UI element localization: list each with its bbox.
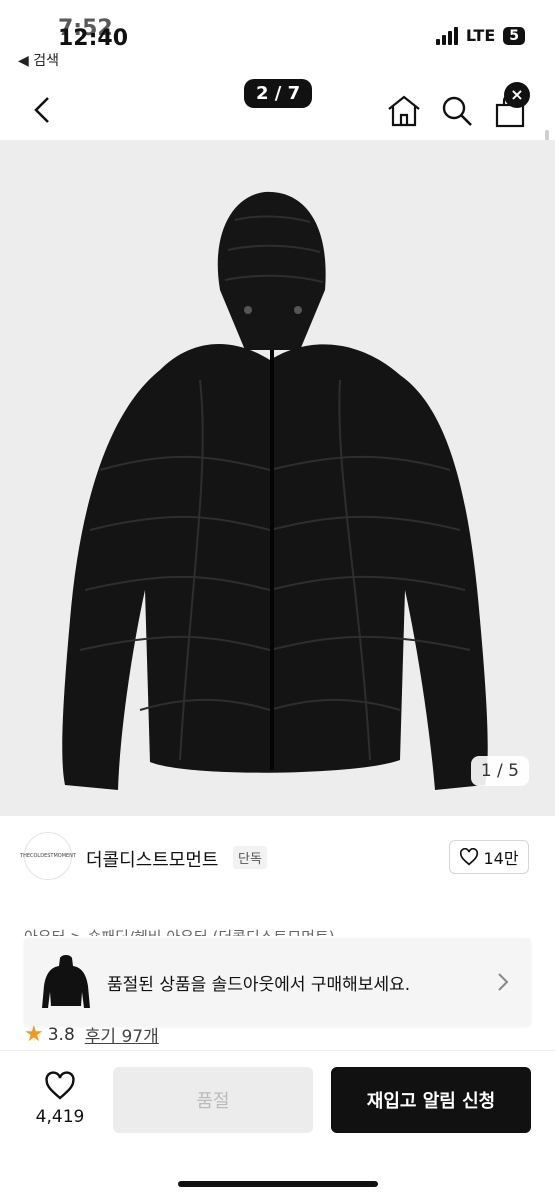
soldout-banner[interactable]: 품절된 상품을 솔드아웃에서 구매해보세요. <box>24 938 531 1026</box>
back-arrow-icon[interactable] <box>28 94 60 126</box>
product-image-carousel[interactable]: 1 / 5 <box>0 140 555 816</box>
reviews-link[interactable]: 후기 97개 <box>85 1022 159 1047</box>
exclusive-badge: 단독 <box>233 846 267 869</box>
status-bar: 7:52 12:40 ◀ 검색 LTE 5 <box>0 0 555 80</box>
wishlist-button[interactable]: 4,419 <box>26 1071 94 1127</box>
home-icon[interactable] <box>386 94 422 128</box>
breadcrumb[interactable]: 아우터 > 숏패딩/헤비 아우터 (더콜디스트모먼트) <box>24 924 335 936</box>
banner-message: 품절된 상품을 솔드아웃에서 구매해보세요. <box>107 975 411 995</box>
brand-like-count: 14만 <box>483 849 519 868</box>
battery-icon: 5 <box>503 26 525 45</box>
brand-like-button[interactable]: 14만 <box>449 840 529 874</box>
heart-icon <box>45 1071 75 1100</box>
status-indicators: LTE 5 <box>435 26 525 45</box>
brand-name-link[interactable]: 더콜디스트모먼트 <box>86 846 218 872</box>
restock-alert-button[interactable]: 재입고 알림 신청 <box>331 1067 531 1133</box>
network-label: LTE <box>465 26 496 45</box>
rating-score: 3.8 <box>47 1024 75 1045</box>
bottom-action-bar: 4,419 품절 재입고 알림 신청 <box>0 1050 555 1200</box>
close-badge-icon[interactable]: × <box>504 82 530 108</box>
search-icon[interactable] <box>440 94 474 128</box>
heart-icon <box>460 848 479 866</box>
signal-icon <box>435 26 458 45</box>
home-indicator <box>178 1181 378 1187</box>
soldout-button: 품절 <box>113 1067 313 1133</box>
top-nav: 2 / 7 × <box>0 79 555 140</box>
wishlist-count: 4,419 <box>35 1107 85 1127</box>
chevron-right-icon <box>498 973 509 991</box>
status-time: 12:40 <box>58 26 129 51</box>
brand-logo[interactable]: THECOLDESTMOMENT <box>20 832 76 880</box>
image-counter-button[interactable]: 1 / 5 <box>470 756 529 786</box>
back-to-app-link[interactable]: ◀ 검색 <box>18 50 59 70</box>
brand-row: THECOLDESTMOMENT 더콜디스트모먼트 단독 14만 <box>0 830 555 886</box>
product-jacket-image <box>62 191 488 790</box>
star-icon: ★ <box>24 1021 44 1047</box>
banner-jacket-thumbnail <box>42 955 90 1008</box>
page-counter: 2 / 7 <box>244 79 313 108</box>
rating-row: ★ 3.8 후기 97개 <box>24 1022 159 1047</box>
